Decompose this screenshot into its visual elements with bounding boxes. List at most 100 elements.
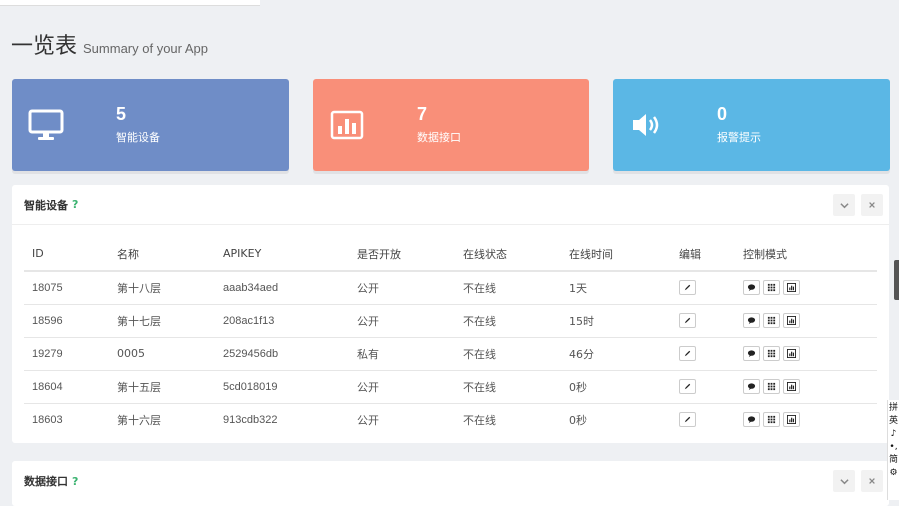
column-header: 在线状态 [455,225,561,272]
top-strip [0,0,260,6]
edit-button[interactable] [679,412,696,428]
close-button[interactable] [861,470,883,492]
edit-button[interactable] [679,280,696,296]
edit-cell [671,271,735,304]
message-button[interactable] [743,346,760,361]
device-status: 不在线 [463,314,496,328]
device-open: 私有 [357,347,379,361]
message-button[interactable] [743,313,760,328]
device-online-time: 0秒 [569,380,587,394]
monitor-icon [28,107,64,143]
pencil-icon [684,317,691,324]
device-id: 19279 [32,347,63,360]
device-name: 第十七层 [117,314,161,328]
device-online-time: 46分 [569,347,594,361]
chart-icon [787,415,796,425]
device-name: 第十六层 [117,413,161,427]
devices-panel: 智能设备 ? ID 名称 APIKEY 是否开放 在线状态 在线时间 编辑 控制… [12,185,889,443]
ime-item[interactable]: 拼 [889,402,898,415]
message-button[interactable] [743,412,760,428]
edit-cell [671,370,735,403]
grid-icon [767,382,776,391]
column-header: ID [24,225,109,272]
chart-button[interactable] [783,379,800,394]
edit-cell [671,403,735,436]
pencil-icon [684,383,691,390]
grid-button[interactable] [763,313,780,328]
side-tab-handle[interactable] [894,260,899,300]
stat-card-interfaces[interactable]: 7 数据接口 [313,79,589,171]
pencil-icon [684,285,691,291]
ime-item[interactable]: ⚙ [889,467,897,480]
volume-icon [629,107,665,143]
message-button[interactable] [743,280,760,296]
device-status: 不在线 [463,413,496,427]
chart-button[interactable] [783,412,800,428]
ime-item[interactable]: 简 [889,454,898,467]
grid-icon [767,316,776,325]
grid-icon [767,284,776,292]
control-cell [735,370,877,403]
grid-icon [767,349,776,358]
chart-button[interactable] [783,346,800,361]
comment-icon [747,317,756,325]
ime-item[interactable]: 英 [889,415,898,428]
pencil-icon [684,350,691,357]
panel-title: 数据接口 [24,475,68,488]
collapse-button[interactable] [833,194,855,216]
ime-item[interactable]: ♪ [891,428,897,441]
device-open: 公开 [357,314,379,328]
pencil-icon [684,417,691,423]
page-title-sub: Summary of your App [83,41,209,56]
edit-cell [671,337,735,370]
chevron-down-icon [839,202,849,208]
device-open: 公开 [357,413,379,427]
edit-button[interactable] [679,346,696,361]
device-id: 18604 [32,380,63,393]
panel-title: 智能设备 [24,198,68,212]
close-icon [869,202,875,208]
chart-icon [787,382,796,391]
grid-icon [767,416,776,424]
stat-label: 智能设备 [116,131,160,144]
grid-button[interactable] [763,346,780,361]
comment-icon [747,284,756,292]
chart-button[interactable] [783,313,800,328]
control-cell [735,304,877,337]
edit-button[interactable] [679,313,696,328]
close-button[interactable] [861,194,883,216]
control-cell [735,337,877,370]
stat-card-devices[interactable]: 5 智能设备 [12,79,289,171]
device-name: 第十五层 [117,380,161,394]
help-link[interactable]: ? [72,198,78,211]
ime-item[interactable]: •, [889,441,897,454]
device-status: 不在线 [463,281,496,295]
collapse-button[interactable] [833,470,855,492]
table-row: 18075 第十八层 aaab34aed 公开 不在线 1天 [24,271,877,304]
device-open: 公开 [357,281,379,295]
bar-chart-icon [329,107,365,143]
device-apikey: 208ac1f13 [223,314,275,327]
grid-button[interactable] [763,379,780,394]
device-status: 不在线 [463,380,496,394]
grid-button[interactable] [763,280,780,296]
column-header: 是否开放 [349,225,455,272]
column-header: 在线时间 [561,225,671,272]
devices-table: ID 名称 APIKEY 是否开放 在线状态 在线时间 编辑 控制模式 1807… [24,225,877,436]
panel-header: 智能设备 ? [12,185,889,225]
device-apikey: 913cdb322 [223,413,278,426]
table-row: 18604 第十五层 5cd018019 公开 不在线 0秒 [24,370,877,403]
help-link[interactable]: ? [72,475,78,488]
stat-value: 7 [417,104,428,124]
grid-button[interactable] [763,412,780,428]
column-header: APIKEY [215,225,349,272]
edit-button[interactable] [679,379,696,394]
panel-header: 数据接口 ? [12,461,889,501]
chart-button[interactable] [783,280,800,296]
column-header: 名称 [109,225,215,272]
stat-card-alerts[interactable]: 0 报警提示 [613,79,890,171]
panel-tools [833,470,883,492]
message-button[interactable] [743,379,760,394]
device-online-time: 0秒 [569,413,587,427]
page-title: 一览表 Summary of your App [11,28,208,60]
